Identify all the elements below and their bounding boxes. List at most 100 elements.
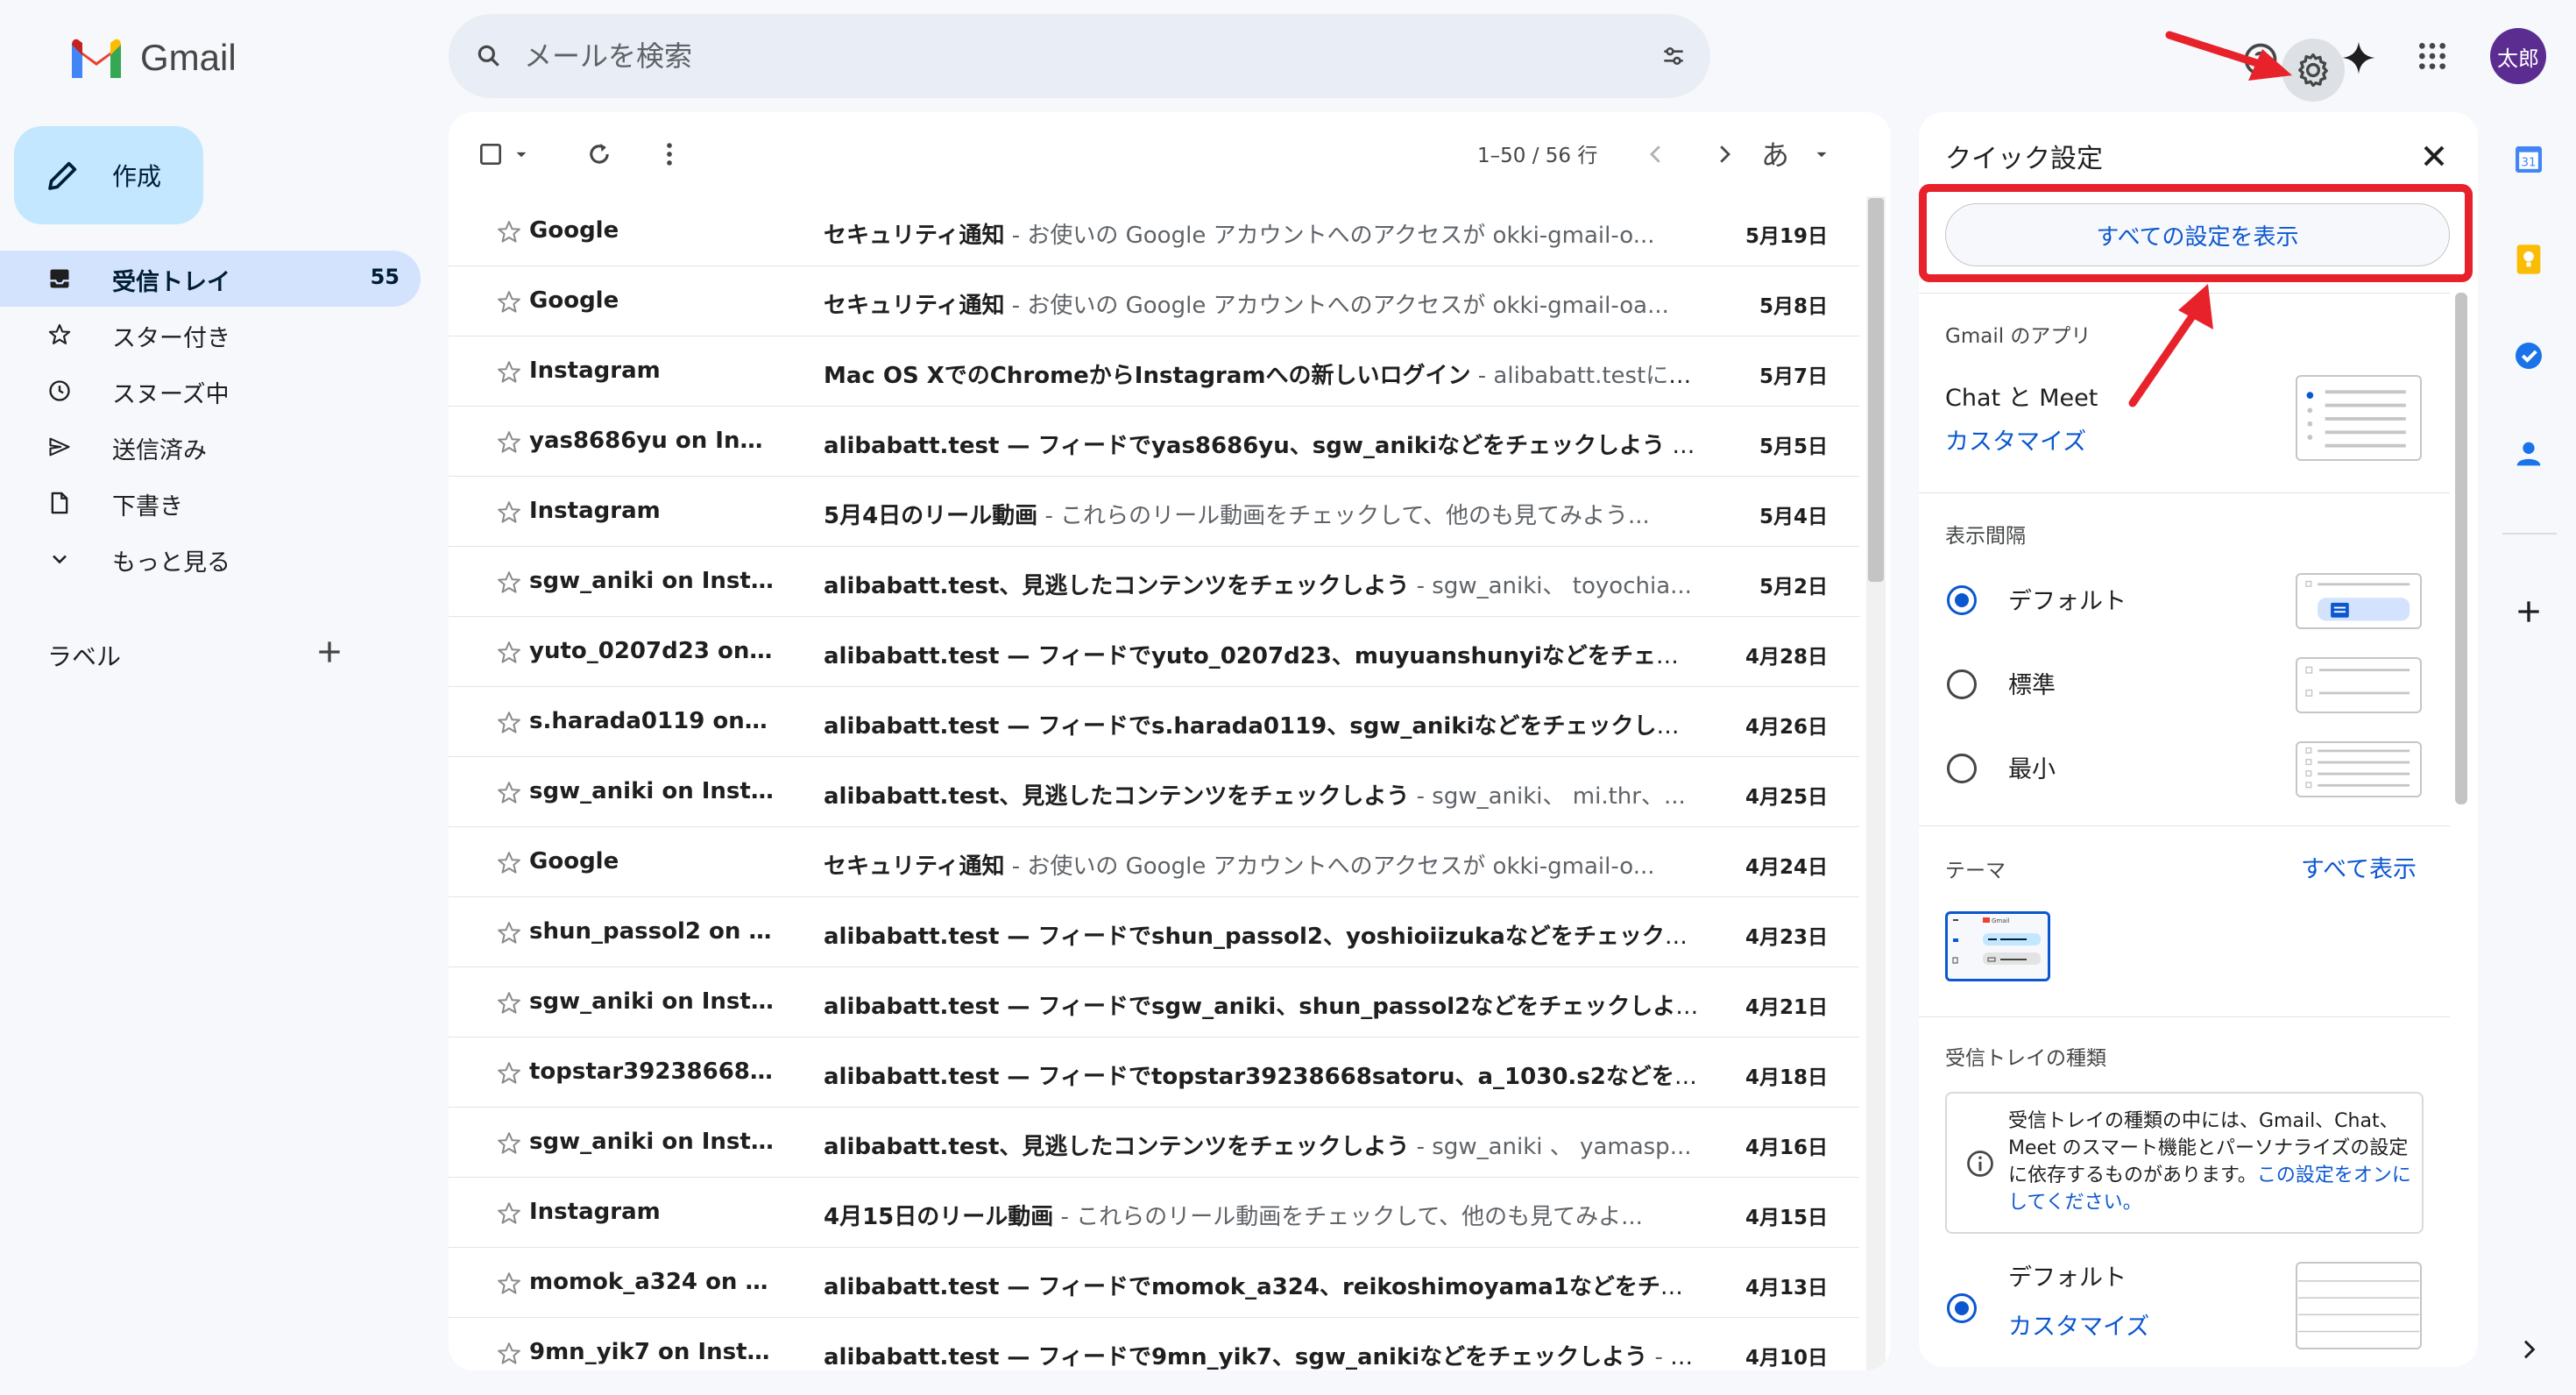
star-icon[interactable]	[496, 289, 522, 315]
account-avatar[interactable]: 太郎	[2490, 28, 2546, 84]
email-snippet: - alibabatt.testによ...	[1470, 363, 1700, 389]
email-row[interactable]: Google セキュリティ通知 - お使いの Google アカウントへのアクセス…	[449, 827, 1859, 897]
theme-show-all-link[interactable]: すべて表示	[2301, 850, 2417, 884]
select-menu-button[interactable]	[508, 135, 534, 173]
star-icon[interactable]	[496, 1130, 522, 1157]
theme-thumbnail[interactable]: Gmail	[1945, 911, 2050, 981]
density-preview-icon	[2305, 747, 2410, 789]
star-icon[interactable]	[496, 429, 522, 456]
email-content: alibabatt.test — フィードでmomok_a324、reikosh…	[824, 1269, 1700, 1301]
density-compact-radio[interactable]	[1947, 754, 1977, 783]
email-row[interactable]: momok_a324 on I... alibabatt.test — フィードで…	[449, 1248, 1859, 1318]
sidebar-item-sent[interactable]: 送信済み	[0, 419, 421, 475]
prev-page-button[interactable]	[1637, 135, 1675, 173]
inbox-type-info-text: 受信トレイの種類の中には、Gmail、Chat、Meet のスマート機能とパーソ…	[2008, 1108, 2411, 1216]
sidebar-item-inbox[interactable]: 受信トレイ 55	[0, 251, 421, 307]
calendar-app-button[interactable]: 31	[2509, 140, 2548, 179]
sidebar-item-snoozed[interactable]: スヌーズ中	[0, 363, 421, 419]
contacts-app-button[interactable]	[2509, 435, 2548, 473]
inbox-default-radio[interactable]	[1947, 1293, 1977, 1323]
email-snippet: - 1...	[1654, 1344, 1700, 1370]
email-sender: sgw_aniki on Insta...	[529, 778, 775, 804]
email-date: 5月5日	[1759, 435, 1828, 458]
keep-app-button[interactable]	[2509, 240, 2548, 279]
density-default-radio[interactable]	[1947, 585, 1977, 615]
star-icon[interactable]	[496, 570, 522, 596]
email-snippet: -	[1698, 994, 1700, 1020]
email-row[interactable]: shun_passol2 on I... alibabatt.test — フィー…	[449, 897, 1859, 967]
star-icon[interactable]	[496, 780, 522, 806]
email-sender: sgw_aniki on Insta...	[529, 568, 775, 594]
email-row[interactable]: Instagram 4月15日のリール動画 - これらのリール動画をチェックして、…	[449, 1178, 1859, 1248]
star-icon[interactable]	[496, 499, 522, 526]
email-rows: Google セキュリティ通知 - お使いの Google アカウントへのアクセス…	[449, 196, 1859, 1370]
email-row[interactable]: sgw_aniki on Insta... alibabatt.test — フィ…	[449, 967, 1859, 1037]
star-icon[interactable]	[496, 219, 522, 245]
star-icon[interactable]	[496, 640, 522, 666]
email-subject: Mac OS XでのChromeからInstagramへの新しいログイン	[824, 363, 1471, 389]
inbox-customize-link[interactable]: カスタマイズ	[2008, 1307, 2149, 1342]
star-icon[interactable]	[496, 710, 522, 736]
star-icon[interactable]	[496, 1060, 522, 1087]
star-icon[interactable]	[496, 920, 522, 946]
email-row[interactable]: Instagram Mac OS XでのChromeからInstagramへの新し…	[449, 336, 1859, 407]
email-row[interactable]: sgw_aniki on Insta... alibabatt.test、見逃した…	[449, 547, 1859, 617]
email-sender: s.harada0119 on I...	[529, 708, 775, 734]
help-button[interactable]	[2233, 32, 2289, 88]
input-tools-menu[interactable]	[1808, 135, 1835, 173]
email-row[interactable]: topstar39238668s... alibabatt.test — フィード…	[449, 1037, 1859, 1108]
apps-customize-link[interactable]: カスタマイズ	[1945, 422, 2086, 457]
show-side-panel-button[interactable]	[2509, 1330, 2548, 1369]
refresh-button[interactable]	[580, 135, 619, 173]
email-content: alibabatt.test、見逃したコンテンツをチェックしよう - sgw_a…	[824, 1129, 1700, 1161]
list-scrollbar-thumb[interactable]	[1868, 198, 1884, 582]
star-icon[interactable]	[496, 359, 522, 386]
email-row[interactable]: s.harada0119 on I... alibabatt.test — フィー…	[449, 687, 1859, 757]
email-date: 4月23日	[1744, 926, 1828, 949]
next-page-button[interactable]	[1705, 135, 1744, 173]
email-row[interactable]: Google セキュリティ通知 - お使いの Google アカウントへのアクセス…	[449, 266, 1859, 336]
input-tools-button[interactable]: あ	[1761, 133, 1789, 173]
more-actions-button[interactable]	[650, 135, 689, 173]
star-icon[interactable]	[496, 1271, 522, 1297]
gear-icon	[2298, 53, 2328, 88]
compose-button[interactable]: 作成	[14, 126, 203, 224]
search-options-icon[interactable]	[1660, 42, 1688, 70]
tasks-app-button[interactable]	[2509, 336, 2548, 375]
get-addons-button[interactable]	[2509, 592, 2548, 631]
email-row[interactable]: Instagram 5月4日のリール動画 - これらのリール動画をチェックして、他…	[449, 477, 1859, 547]
more-vertical-icon	[667, 143, 672, 166]
search-bar[interactable]	[449, 14, 1710, 98]
star-icon[interactable]	[496, 1341, 522, 1367]
plus-icon[interactable]	[312, 634, 347, 669]
email-row[interactable]: sgw_aniki on Insta... alibabatt.test、見逃した…	[449, 757, 1859, 827]
email-content: 4月15日のリール動画 - これらのリール動画をチェックして、他のも見てみよ..…	[824, 1199, 1700, 1231]
star-icon[interactable]	[496, 850, 522, 876]
star-icon[interactable]	[496, 990, 522, 1016]
sidebar-item-drafts[interactable]: 下書き	[0, 475, 421, 531]
star-icon[interactable]	[496, 1200, 522, 1227]
search-input[interactable]	[524, 33, 1575, 79]
search-icon[interactable]	[475, 42, 503, 70]
sidebar-item-more[interactable]: もっと見る	[0, 531, 421, 587]
settings-scrollbar-thumb[interactable]	[2455, 293, 2467, 804]
email-row[interactable]: 9mn_yik7 on Insta... alibabatt.test — フィー…	[449, 1318, 1859, 1370]
inbox-default-label: デフォルト	[2008, 1264, 2127, 1292]
select-all-checkbox[interactable]	[471, 135, 510, 173]
see-all-settings-button[interactable]: すべての設定を表示	[1945, 203, 2450, 266]
email-row[interactable]: yuto_0207d23 on I... alibabatt.test — フィー…	[449, 617, 1859, 687]
close-icon[interactable]	[2417, 138, 2452, 173]
apps-button[interactable]	[2404, 28, 2460, 84]
email-row[interactable]: sgw_aniki on Insta... alibabatt.test、見逃した…	[449, 1108, 1859, 1178]
email-row[interactable]: yas8686yu on Inst... alibabatt.test — フィー…	[449, 407, 1859, 477]
sidebar-item-starred[interactable]: スター付き	[0, 307, 421, 363]
gmail-logo[interactable]: Gmail	[68, 33, 237, 82]
checkbox-icon	[480, 144, 501, 165]
sidebar-item-label: スター付き	[112, 325, 230, 352]
density-comfortable-radio[interactable]	[1947, 669, 1977, 699]
gemini-button[interactable]	[2331, 30, 2387, 86]
email-snippet: - お使いの Google アカウントへのアクセスが okki-gmail-oa…	[1004, 293, 1669, 319]
email-row[interactable]: Google セキュリティ通知 - お使いの Google アカウントへのアクセス…	[449, 196, 1859, 266]
caret-down-icon	[516, 152, 527, 158]
apps-value: Chat と Meet	[1945, 385, 2098, 412]
